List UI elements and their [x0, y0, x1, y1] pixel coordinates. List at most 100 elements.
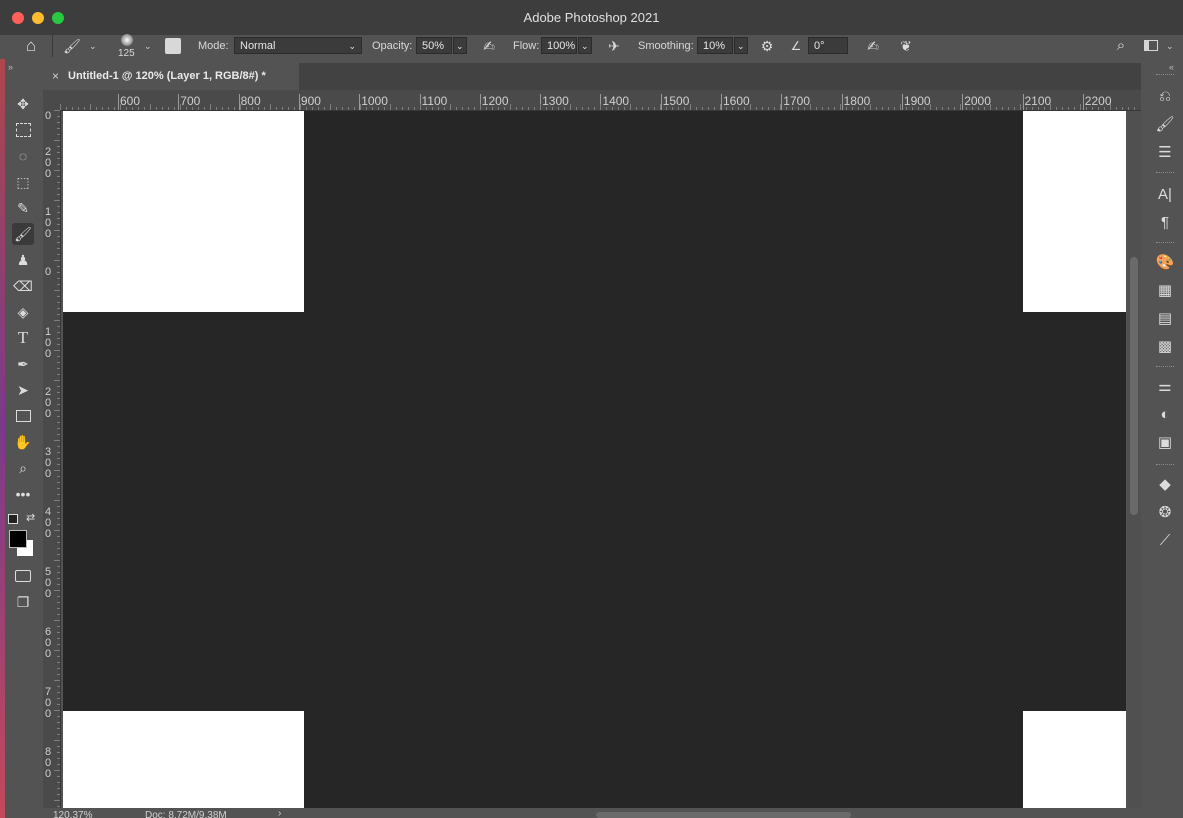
clone-stamp-tool-icon[interactable]: ♟ [12, 249, 34, 271]
smoothing-dropdown[interactable]: ⌄ [734, 37, 748, 54]
swatches-panel-icon[interactable]: ▦ [1153, 280, 1177, 302]
ruler-minor-tick [1008, 107, 1009, 110]
type-tool-icon[interactable]: T [12, 327, 34, 349]
default-colors-icon[interactable] [8, 514, 18, 524]
ruler-minor-tick [57, 476, 60, 477]
more-tools-icon[interactable]: ••• [12, 483, 34, 505]
ruler-label: 800 [240, 94, 261, 108]
properties-panel-icon[interactable]: ⚌ [1153, 376, 1177, 398]
zoom-level[interactable]: 120.37% [53, 810, 92, 818]
ruler-minor-tick [1002, 107, 1003, 110]
rectangle-tool-icon[interactable] [12, 405, 34, 427]
foreground-color-swatch[interactable] [9, 530, 27, 548]
ruler-minor-tick [54, 230, 60, 231]
pressure-opacity-icon[interactable]: ✍ [480, 38, 498, 54]
ruler-minor-tick [228, 107, 229, 110]
ruler-minor-tick [972, 107, 973, 110]
eraser-tool-icon[interactable]: ⌫ [12, 275, 34, 297]
search-icon[interactable]: ⌕ [1112, 38, 1130, 54]
horizontal-scroll-thumb[interactable] [596, 812, 851, 818]
ruler-label: 500 [45, 566, 52, 600]
document-tab[interactable]: × Untitled-1 @ 120% (Layer 1, RGB/8#) * [43, 63, 299, 90]
vertical-ruler[interactable]: 0 200 100 0 100 200 300 400 500 600 700 800 [43, 110, 61, 810]
swap-colors-icon[interactable]: ⇄ [26, 511, 35, 524]
ruler-minor-tick [57, 614, 60, 615]
ruler-minor-tick [57, 284, 60, 285]
ruler-minor-tick [600, 104, 601, 110]
object-selection-tool-icon[interactable]: ⬚ [12, 171, 34, 193]
workspace-icon[interactable] [1144, 40, 1158, 51]
ruler-minor-tick [354, 107, 355, 110]
lasso-tool-icon[interactable]: ◌ [12, 145, 34, 167]
ruler-label: 0 [45, 110, 52, 122]
history-icon[interactable]: ⎌ [1153, 86, 1177, 108]
brush-settings-icon[interactable] [165, 38, 181, 54]
chevron-down-icon[interactable]: ⌄ [1166, 41, 1174, 52]
brush-tool-icon[interactable]: 🖌 [12, 223, 34, 245]
ruler-minor-tick [330, 104, 331, 110]
close-tab-icon[interactable]: × [52, 69, 59, 83]
screen-mode-icon[interactable]: ❐ [12, 591, 34, 613]
document-canvas[interactable] [63, 111, 1126, 808]
panel-grip[interactable] [1156, 242, 1174, 245]
ruler-minor-tick [54, 470, 60, 471]
patterns-panel-icon[interactable]: ▩ [1153, 336, 1177, 358]
gradients-panel-icon[interactable]: ▤ [1153, 308, 1177, 330]
panel-grip[interactable] [1156, 366, 1174, 369]
eyedropper-tool-icon[interactable]: ✎ [12, 197, 34, 219]
brushes-panel-icon[interactable]: ☰ [1153, 142, 1177, 164]
ruler-minor-tick [54, 290, 60, 291]
paths-panel-icon[interactable]: ⟋ [1153, 530, 1177, 552]
horizontal-ruler[interactable]: 600 700 800 900 1000 1100 1200 1300 1400 1500 1600… [60, 90, 1141, 111]
adjustments-panel-icon[interactable]: ◐ [1153, 404, 1177, 426]
panel-grip[interactable] [1156, 172, 1174, 175]
opacity-input[interactable]: 50% [416, 37, 452, 54]
color-panel-icon[interactable]: 🎨 [1153, 252, 1177, 274]
ruler-label: 800 [45, 746, 52, 780]
status-menu-arrow-icon[interactable]: › [278, 808, 281, 818]
hand-tool-icon[interactable]: ✋ [12, 431, 34, 453]
expand-panels-icon[interactable]: « [1169, 62, 1174, 72]
channels-panel-icon[interactable]: ❂ [1153, 502, 1177, 524]
mode-select[interactable]: Normal ⌄ [234, 37, 362, 54]
smoothing-input[interactable]: 10% [697, 37, 733, 54]
ruler-minor-tick [564, 107, 565, 110]
paint-bucket-tool-icon[interactable]: ◈ [12, 301, 34, 323]
vertical-scrollbar[interactable] [1127, 111, 1141, 808]
brush-settings-panel-icon[interactable]: 🖌 [1153, 114, 1177, 136]
paragraph-panel-icon[interactable]: ¶ [1153, 212, 1177, 234]
brush-preset-icon[interactable]: 🖌 [62, 38, 82, 54]
angle-input[interactable]: 0° [808, 37, 848, 54]
marquee-tool-icon[interactable] [12, 119, 34, 141]
symmetry-icon[interactable]: ❦ [896, 38, 916, 54]
flow-input[interactable]: 100% [541, 37, 577, 54]
ruler-minor-tick [834, 107, 835, 110]
airbrush-icon[interactable]: ✈ [604, 38, 624, 54]
brush-tip-icon[interactable] [121, 34, 133, 46]
panel-grip[interactable] [1156, 74, 1174, 77]
ruler-minor-tick [57, 158, 60, 159]
ruler-minor-tick [57, 668, 60, 669]
quick-mask-icon[interactable] [12, 565, 34, 587]
ruler-minor-tick [852, 107, 853, 110]
path-selection-tool-icon[interactable]: ➤ [12, 379, 34, 401]
panel-grip[interactable] [1156, 464, 1174, 467]
gear-icon[interactable]: ⚙ [758, 38, 776, 54]
zoom-tool-icon[interactable]: ⌕ [12, 457, 34, 479]
chevron-down-icon[interactable]: ⌄ [89, 41, 97, 52]
pressure-size-icon[interactable]: ✍ [864, 38, 882, 54]
pen-tool-icon[interactable]: ✒ [12, 353, 34, 375]
layers-panel-icon[interactable]: ◆ [1153, 474, 1177, 496]
character-panel-icon[interactable]: A| [1153, 184, 1177, 206]
move-tool-icon[interactable]: ✥ [12, 93, 34, 115]
flow-dropdown[interactable]: ⌄ [578, 37, 592, 54]
collapse-icon[interactable]: » [8, 62, 13, 72]
chevron-down-icon[interactable]: ⌄ [144, 41, 152, 52]
opacity-label: Opacity: [372, 40, 413, 52]
ruler-minor-tick [150, 104, 151, 110]
libraries-panel-icon[interactable]: ▣ [1153, 432, 1177, 454]
ruler-minor-tick [57, 272, 60, 273]
opacity-dropdown[interactable]: ⌄ [453, 37, 467, 54]
vertical-scroll-thumb[interactable] [1130, 257, 1138, 515]
home-icon[interactable]: ⌂ [20, 37, 42, 54]
